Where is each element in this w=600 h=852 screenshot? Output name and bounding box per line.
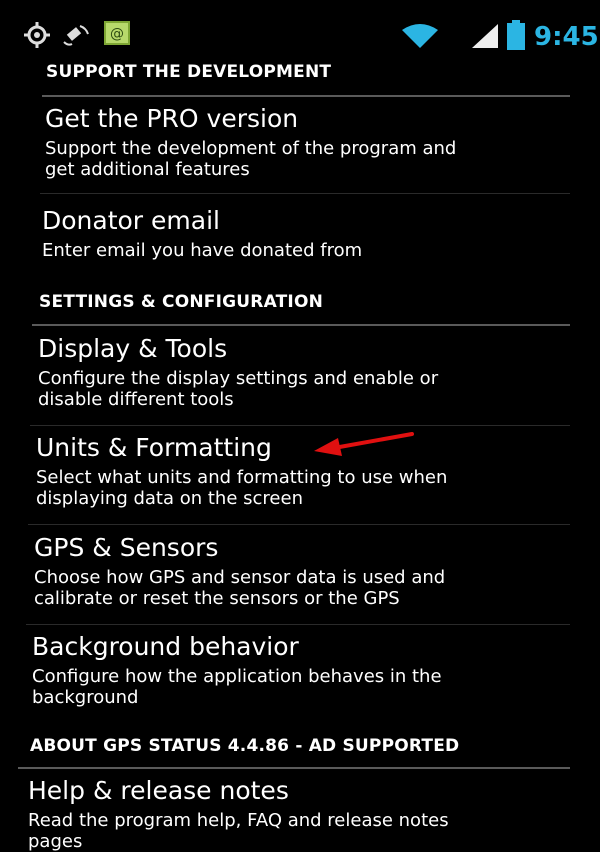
item-title: Get the PRO version xyxy=(45,104,299,133)
divider xyxy=(32,324,570,326)
divider xyxy=(28,524,570,525)
item-title: Help & release notes xyxy=(28,776,289,805)
divider xyxy=(18,767,570,769)
list-item-donator-email[interactable]: Donator email Enter email you have donat… xyxy=(42,206,362,261)
settings-list: SUPPORT THE DEVELOPMENT Get the PRO vers… xyxy=(0,0,600,852)
item-description: Read the program help, FAQ and release n… xyxy=(28,810,449,852)
divider xyxy=(26,624,570,625)
divider xyxy=(30,425,570,426)
item-title: Background behavior xyxy=(32,632,299,661)
list-item-help-release-notes[interactable]: Help & release notes Read the program he… xyxy=(28,776,449,852)
item-description: Choose how GPS and sensor data is used a… xyxy=(34,567,446,609)
divider xyxy=(40,193,570,194)
item-description: Enter email you have donated from xyxy=(42,240,363,261)
section-header-support: SUPPORT THE DEVELOPMENT xyxy=(46,62,332,82)
list-item-get-pro[interactable]: Get the PRO version Support the developm… xyxy=(45,104,456,180)
list-item-gps-sensors[interactable]: GPS & Sensors Choose how GPS and sensor … xyxy=(34,533,445,609)
section-header-about: ABOUT GPS STATUS 4.4.86 - AD SUPPORTED xyxy=(30,736,460,756)
item-description: Select what units and formatting to use … xyxy=(36,467,448,509)
divider xyxy=(42,95,570,97)
annotation-arrow-icon xyxy=(314,432,414,456)
item-title: Donator email xyxy=(42,206,220,235)
item-description: Configure the display settings and enabl… xyxy=(38,368,439,410)
item-description: Support the development of the program a… xyxy=(45,138,457,180)
item-title: Display & Tools xyxy=(38,334,228,363)
item-description: Configure how the application behaves in… xyxy=(32,666,442,708)
list-item-display-tools[interactable]: Display & Tools Configure the display se… xyxy=(38,334,438,410)
item-title: GPS & Sensors xyxy=(34,533,219,562)
section-header-settings: SETTINGS & CONFIGURATION xyxy=(39,292,324,312)
list-item-background-behavior[interactable]: Background behavior Configure how the ap… xyxy=(32,632,442,708)
